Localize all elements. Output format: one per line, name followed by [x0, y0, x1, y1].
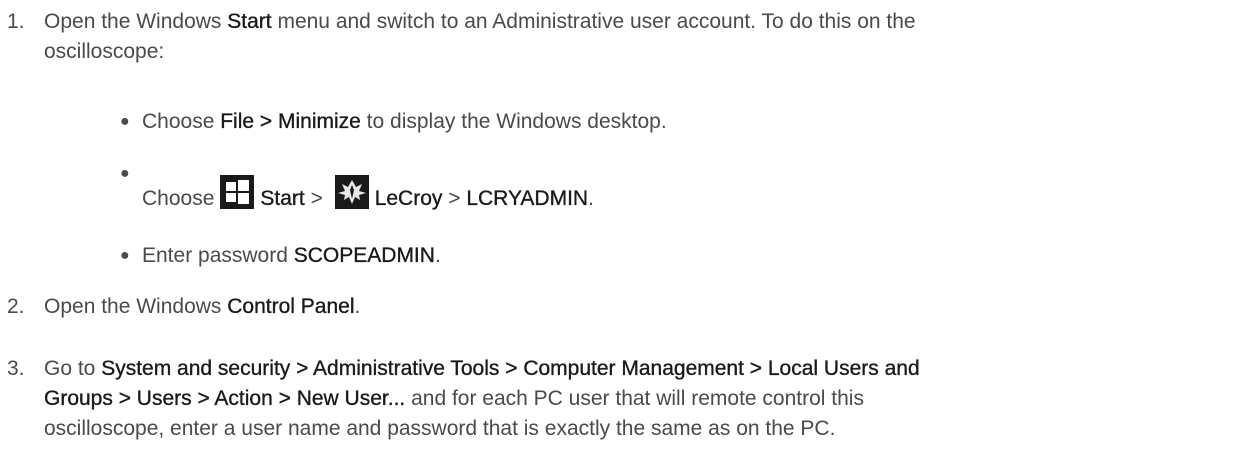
teledyne-lecroy-logo-icon: [334, 175, 369, 209]
step-1-text-c: menu and switch to an Administrative use…: [271, 10, 916, 33]
substep-1c-text: Enter password SCOPEADMIN.: [142, 244, 441, 267]
bullet: ●: [120, 165, 130, 182]
substep-1b-text: Choose Start > LeCroy > LCRYADMIN.: [142, 175, 594, 214]
substep-1a-text: Choose File > Minimize to display the Wi…: [142, 110, 667, 133]
password-term: SCOPEADMIN: [293, 244, 436, 267]
teledyne-lecroy-logo-icon-svg: [334, 175, 369, 209]
navigation-path-term: System and security > Administrative Too…: [101, 357, 920, 380]
lecroy-term: LeCroy: [374, 187, 443, 210]
step-number: 2.: [7, 295, 25, 318]
step-3-text-line3: oscilloscope, enter a user name and pass…: [44, 417, 836, 440]
step-3-text: Go to System and security > Administrati…: [44, 354, 1256, 444]
windows-start-icon: [220, 175, 255, 209]
step-number: 1.: [7, 10, 25, 33]
start-term: Start: [260, 187, 305, 210]
bullet: ●: [120, 247, 130, 264]
step-1-text-line2: oscilloscope:: [44, 40, 165, 63]
step-1-text: Open the Windows Start menu and switch t…: [44, 7, 1256, 67]
lcryadmin-term: LCRYADMIN: [466, 187, 589, 210]
step-1-text-a: Open the Windows: [44, 10, 228, 33]
step-2-text: Open the Windows Control Panel.: [44, 295, 361, 318]
control-panel-term: Control Panel: [227, 295, 355, 318]
bullet: ●: [120, 113, 130, 130]
navigation-path-term-cont: Groups > Users > Action > New User...: [44, 387, 406, 410]
file-minimize-term: File > Minimize: [220, 110, 361, 133]
step-number: 3.: [7, 357, 25, 380]
start-menu-term: Start: [227, 10, 272, 33]
